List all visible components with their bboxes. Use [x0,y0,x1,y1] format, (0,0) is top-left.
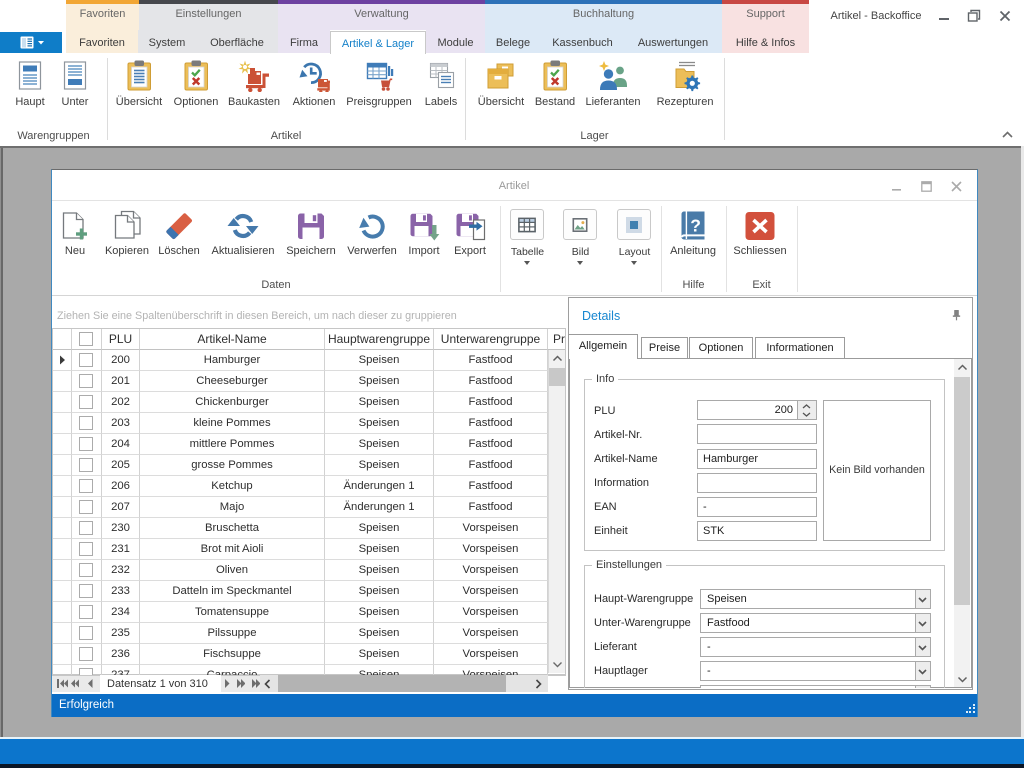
svg-text:?: ? [690,216,701,236]
